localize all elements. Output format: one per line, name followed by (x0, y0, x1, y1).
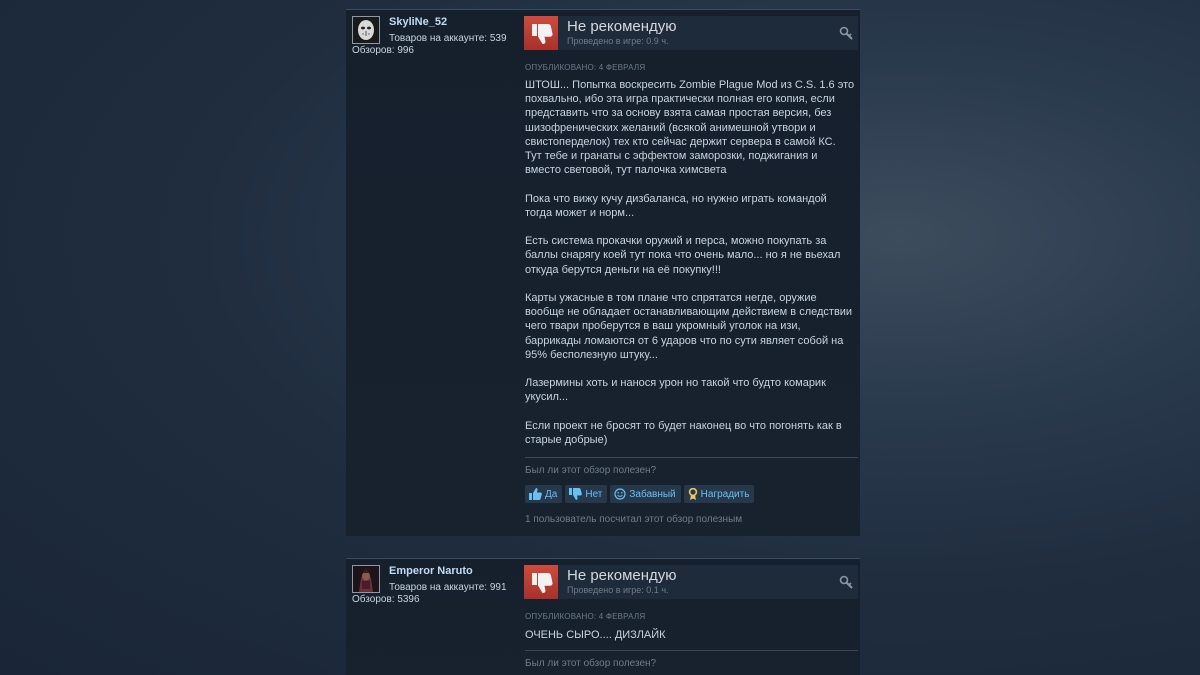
helpful-question: Был ли этот обзор полезен? (525, 465, 657, 476)
thumbs-down-small-icon (569, 488, 583, 500)
vote-funny-button[interactable]: Забавный (610, 485, 681, 503)
review-body: ШТОШ... Попытка воскресить Zombie Plague… (525, 78, 855, 461)
review-card: SkyliNe_52 Товаров на аккаунте: 539 Обзо… (346, 9, 860, 536)
vote-no-label: Нет (585, 488, 603, 500)
review-paragraph: Пока что вижу кучу дизбаланса, но нужно … (525, 192, 827, 219)
verdict-title: Не рекомендую (567, 18, 677, 35)
posted-date: ОПУБЛИКОВАНО: 4 ФЕВРАЛЯ (525, 612, 646, 621)
award-icon[interactable] (838, 574, 854, 590)
review-paragraph: ШТОШ... Попытка воскресить Zombie Plague… (525, 79, 855, 177)
thumbs-up-icon (529, 488, 542, 500)
divider (525, 457, 858, 458)
vote-buttons: Да Нет Забавный Наградить (525, 485, 755, 503)
review-card: Emperor Naruto Товаров на аккаунте: 991 … (346, 558, 860, 675)
found-helpful-count: 1 пользователь посчитал этот обзор полез… (525, 514, 743, 525)
review-paragraph: Карты ужасные в том плане что спрятатся … (525, 292, 853, 361)
review-paragraph: Лазермины хоть и нанося урон но такой чт… (525, 377, 826, 404)
avatar-image (353, 17, 379, 43)
helpful-question: Был ли этот обзор полезен? (525, 658, 657, 669)
ribbon-icon (688, 488, 697, 500)
avatar[interactable] (352, 16, 380, 44)
thumbs-down-icon (524, 16, 558, 50)
posted-date: ОПУБЛИКОВАНО: 4 ФЕВРАЛЯ (525, 63, 646, 72)
smile-icon (614, 488, 626, 500)
thumbs-down-icon (524, 565, 558, 599)
avatar[interactable] (352, 565, 380, 593)
review-count[interactable]: Обзоров: 5396 (352, 594, 420, 605)
review-count[interactable]: Обзоров: 996 (352, 45, 414, 56)
vote-yes-button[interactable]: Да (525, 485, 563, 503)
review-paragraph: Если проект не бросят то будет наконец в… (525, 419, 842, 446)
divider (525, 650, 858, 651)
username-link[interactable]: SkyliNe_52 (389, 16, 447, 28)
vote-no-button[interactable]: Нет (565, 485, 608, 503)
verdict-title: Не рекомендую (567, 567, 677, 584)
award-label: Наградить (700, 488, 750, 500)
award-button[interactable]: Наградить (683, 485, 755, 503)
vote-header[interactable]: Не рекомендую Проведено в игре: 0.9 ч. (524, 16, 858, 50)
playtime: Проведено в игре: 0.1 ч. (567, 585, 669, 595)
award-icon[interactable] (838, 25, 854, 41)
review-body: ОЧЕНЬ СЫРО.... ДИЗЛАЙК (525, 628, 855, 656)
avatar-image (353, 566, 379, 592)
review-paragraph: Есть система прокачки оружий и перса, мо… (525, 235, 841, 276)
vote-funny-label: Забавный (629, 488, 676, 500)
products-owned[interactable]: Товаров на аккаунте: 539 (389, 33, 507, 44)
vote-yes-label: Да (545, 488, 558, 500)
vote-header[interactable]: Не рекомендую Проведено в игре: 0.1 ч. (524, 565, 858, 599)
products-owned[interactable]: Товаров на аккаунте: 991 (389, 582, 507, 593)
playtime: Проведено в игре: 0.9 ч. (567, 36, 669, 46)
username-link[interactable]: Emperor Naruto (389, 565, 473, 577)
review-paragraph: ОЧЕНЬ СЫРО.... ДИЗЛАЙК (525, 629, 666, 641)
